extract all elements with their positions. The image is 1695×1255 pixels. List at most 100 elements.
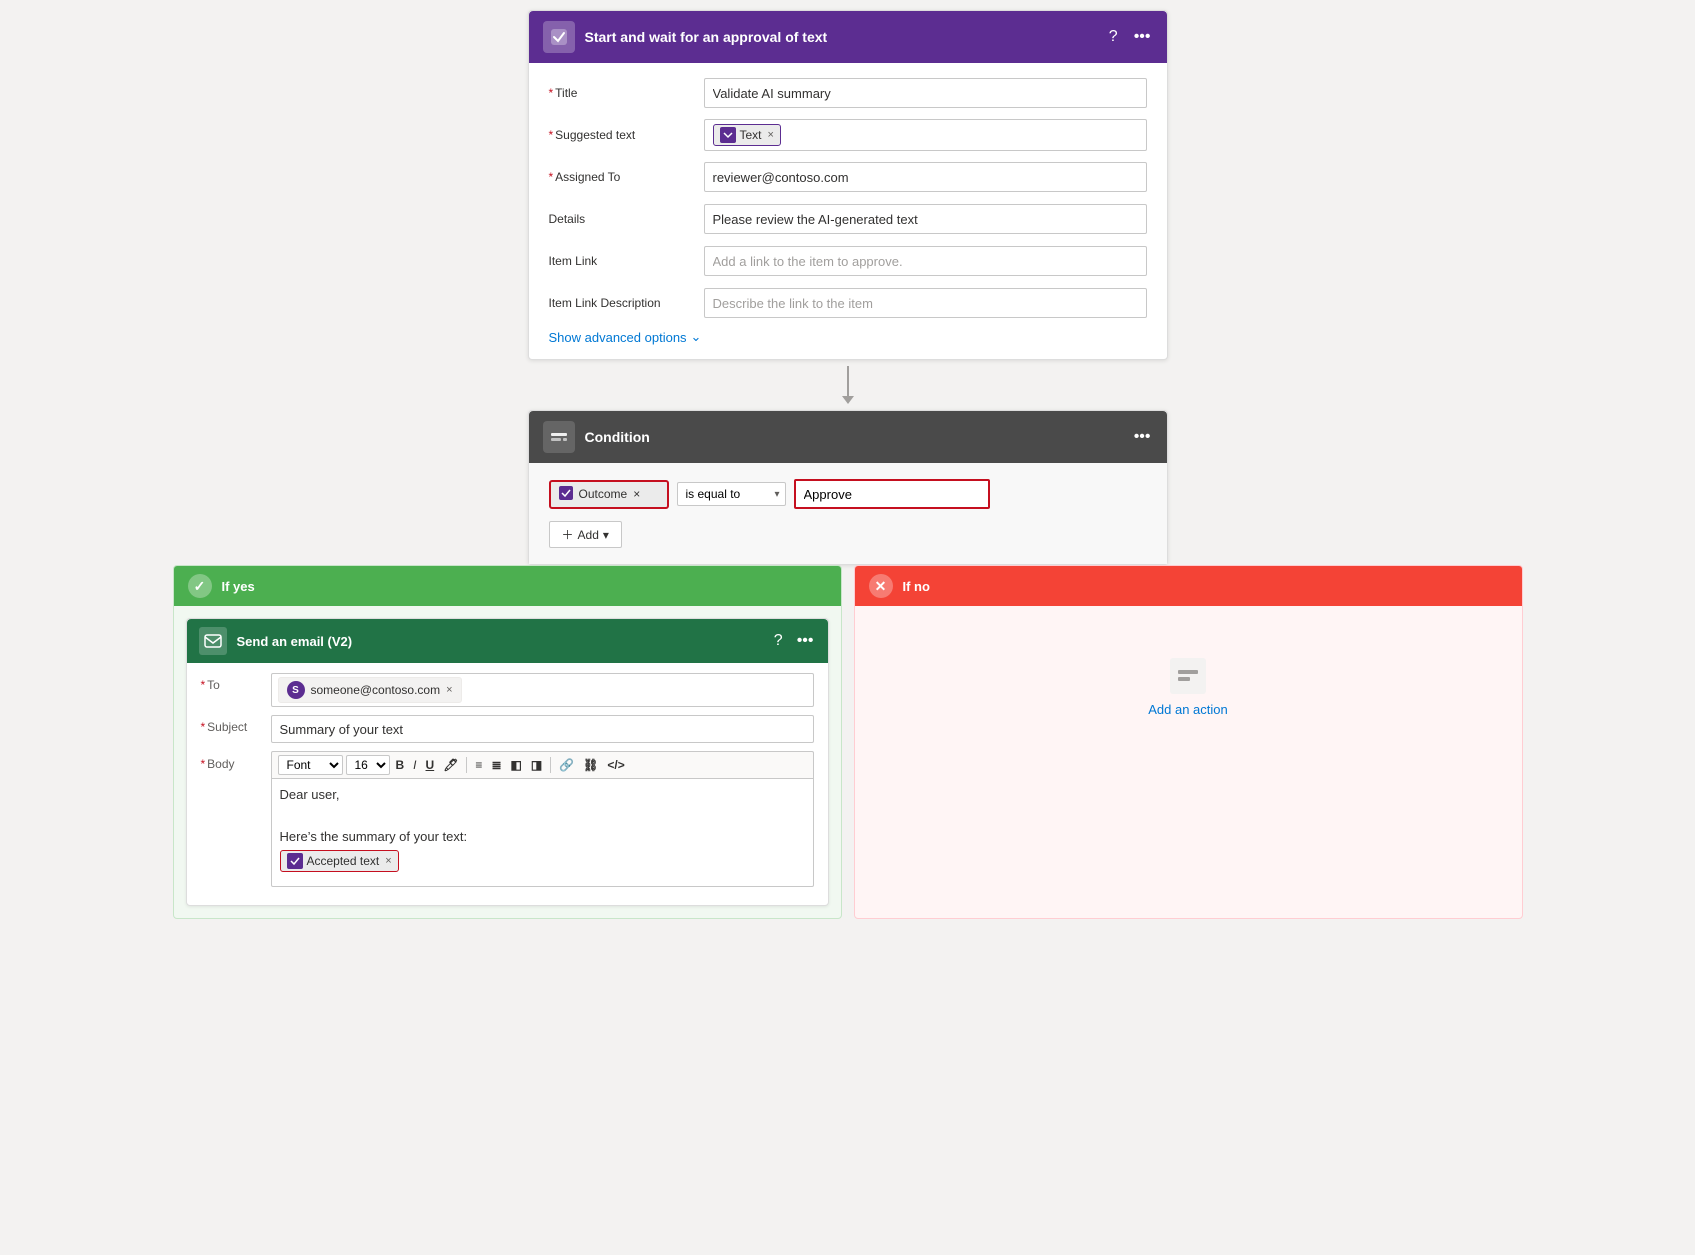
align-left-button[interactable]: ◧ [508, 757, 525, 773]
underline-button[interactable]: U [423, 757, 438, 773]
text-token[interactable]: Text × [713, 124, 781, 146]
approval-title: Start and wait for an approval of text [585, 29, 1097, 45]
plus-icon: ＋ [562, 526, 574, 543]
list-ordered-button[interactable]: ≣ [488, 757, 504, 773]
approval-header-icon [543, 21, 575, 53]
email-subject-input[interactable] [271, 715, 814, 743]
email-label-to: *To [201, 673, 271, 692]
rte-toolbar: Font Arial Calibri 16 12 14 18 [271, 751, 814, 778]
font-size-select[interactable]: 16 12 14 18 [346, 755, 390, 775]
outcome-token-label: Outcome [579, 487, 628, 501]
condition-title: Condition [585, 429, 1122, 445]
rte-line-token: Accepted text × [280, 850, 805, 872]
highlight-button[interactable]: 🖊 [440, 757, 461, 773]
add-label: Add [578, 528, 599, 542]
email-label-subject: *Subject [201, 715, 271, 734]
italic-button[interactable]: I [410, 757, 419, 773]
approval-input-item-link-desc[interactable] [704, 288, 1147, 318]
rte-divider-2 [550, 757, 551, 773]
recipient-avatar: S [287, 681, 305, 699]
approval-field-assigned-to: *Assigned To [549, 161, 1147, 193]
recipient-tag[interactable]: S someone@contoso.com × [278, 677, 462, 703]
align-right-button[interactable]: ◨ [528, 757, 545, 773]
email-label-body: *Body [201, 751, 271, 771]
email-body: *To S someone@contoso.com × [187, 663, 828, 905]
outcome-token[interactable]: Outcome × [549, 480, 669, 509]
accepted-text-token[interactable]: Accepted text × [280, 850, 399, 872]
condition-body: Outcome × is equal to is not equal to co… [529, 463, 1167, 564]
approval-header: Start and wait for an approval of text ?… [529, 11, 1167, 63]
approval-suggested-text-value[interactable]: Text × [704, 119, 1147, 151]
split-no-label: If no [903, 579, 930, 594]
rte-line-summary: Here’s the summary of your text: [280, 829, 805, 844]
approval-label-item-link: Item Link [549, 254, 704, 268]
rte-line-blank [280, 808, 805, 823]
add-action-label[interactable]: Add an action [1148, 702, 1228, 717]
condition-header-icon [543, 421, 575, 453]
condition-operator-select[interactable]: is equal to is not equal to contains [677, 482, 786, 506]
approval-label-item-link-desc: Item Link Description [549, 296, 704, 310]
approval-label-title: *Title [549, 86, 704, 100]
approval-input-assigned-to[interactable] [704, 162, 1147, 192]
text-token-close[interactable]: × [768, 129, 774, 141]
approval-input-details[interactable] [704, 204, 1147, 234]
accepted-text-token-icon [287, 853, 303, 869]
email-field-to: *To S someone@contoso.com × [201, 673, 814, 707]
rte-body[interactable]: Dear user, Here’s the summary of your te… [271, 778, 814, 887]
outcome-token-close[interactable]: × [633, 487, 640, 501]
rte-summary-text: Here’s the summary of your text: [280, 829, 468, 844]
chevron-down-icon: ⌄ [691, 329, 702, 345]
split-yes-panel: ✓ If yes Send an email (V2) ? [173, 565, 842, 919]
text-token-icon [720, 127, 736, 143]
condition-header: Condition ••• [529, 411, 1167, 463]
unlink-button[interactable]: ⛓ [580, 757, 601, 773]
approval-field-suggested-text: *Suggested text Text × [549, 119, 1147, 151]
approval-input-item-link[interactable] [704, 246, 1147, 276]
approval-help-button[interactable]: ? [1107, 26, 1120, 48]
approval-input-title[interactable] [704, 78, 1147, 108]
split-no-header: ✕ If no [855, 566, 1522, 606]
add-action-area: Add an action [867, 618, 1510, 757]
approval-more-button[interactable]: ••• [1132, 26, 1153, 48]
email-more-button[interactable]: ••• [795, 630, 816, 652]
rte-divider-1 [466, 757, 467, 773]
show-advanced-button[interactable]: Show advanced options ⌄ [549, 329, 702, 345]
email-field-body: *Body Font Arial Calibri [201, 751, 814, 887]
email-body-editor: Font Arial Calibri 16 12 14 18 [271, 751, 814, 887]
add-chevron-icon: ▾ [603, 528, 609, 542]
add-action-icon [1170, 658, 1206, 694]
condition-row: Outcome × is equal to is not equal to co… [549, 479, 1147, 509]
email-header: Send an email (V2) ? ••• [187, 619, 828, 663]
condition-more-button[interactable]: ••• [1132, 426, 1153, 448]
approval-field-item-link: Item Link [549, 245, 1147, 277]
email-to-value: S someone@contoso.com × [271, 673, 814, 707]
font-select[interactable]: Font Arial Calibri [278, 755, 343, 775]
outcome-token-icon [559, 486, 573, 503]
link-button[interactable]: 🔗 [556, 757, 577, 773]
approval-label-suggested-text: *Suggested text [549, 128, 704, 142]
bold-button[interactable]: B [393, 757, 408, 773]
list-unordered-button[interactable]: ≡ [472, 757, 485, 773]
text-token-label: Text [740, 128, 762, 142]
recipient-remove-icon[interactable]: × [446, 684, 452, 696]
connector-arrow-1 [842, 396, 854, 404]
email-title: Send an email (V2) [237, 634, 762, 649]
split-yes-header: ✓ If yes [174, 566, 841, 606]
condition-value-input[interactable] [794, 479, 990, 509]
condition-card: Condition ••• Outcome × [528, 410, 1168, 565]
email-subject-value [271, 715, 814, 743]
approval-card: Start and wait for an approval of text ?… [528, 10, 1168, 360]
no-cross-icon: ✕ [869, 574, 893, 598]
email-field-subject: *Subject [201, 715, 814, 743]
operator-wrapper: is equal to is not equal to contains [677, 482, 786, 506]
split-no-panel: ✕ If no Add an action [854, 565, 1523, 919]
split-yes-body: Send an email (V2) ? ••• *To [174, 606, 841, 918]
code-button[interactable]: </> [604, 757, 627, 773]
accepted-text-close[interactable]: × [385, 855, 391, 867]
accepted-text-label: Accepted text [307, 854, 380, 868]
connector-1 [842, 360, 854, 410]
approval-field-title: *Title [549, 77, 1147, 109]
approval-body: *Title *Suggested text [529, 63, 1167, 359]
email-help-button[interactable]: ? [772, 630, 785, 652]
condition-add-button[interactable]: ＋ Add ▾ [549, 521, 622, 548]
